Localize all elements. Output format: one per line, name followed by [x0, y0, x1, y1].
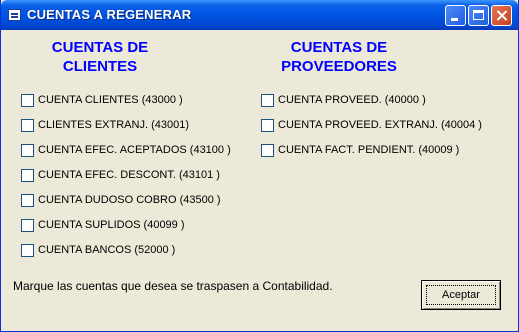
checkbox-box[interactable] — [21, 193, 34, 207]
checkbox-label: CUENTA SUPLIDOS (40099 ) — [38, 219, 185, 231]
proveedores-title-line1: CUENTAS DE — [290, 39, 388, 56]
clientes-title-line1: CUENTAS DE — [51, 39, 149, 56]
close-button[interactable] — [491, 5, 512, 26]
checkbox-label: CUENTA PROVEED. EXTRANJ. (40004 ) — [278, 119, 482, 131]
checkbox-efec-descont[interactable]: CUENTA EFEC. DESCONT. (43101 ) — [21, 167, 220, 183]
checkbox-box[interactable] — [21, 93, 34, 107]
title-bar[interactable]: CUENTAS A REGENERAR — [1, 0, 518, 30]
checkbox-proveed-extranj[interactable]: CUENTA PROVEED. EXTRANJ. (40004 ) — [261, 117, 482, 133]
accept-button-label: Aceptar — [442, 289, 480, 301]
checkbox-label: CUENTA CLIENTES (43000 ) — [38, 94, 183, 106]
checkbox-box[interactable] — [21, 168, 34, 182]
checkbox-label: CUENTA EFEC. ACEPTADOS (43100 ) — [38, 144, 231, 156]
checkbox-box[interactable] — [261, 93, 274, 107]
checkbox-dudoso-cobro[interactable]: CUENTA DUDOSO COBRO (43500 ) — [21, 192, 221, 208]
proveedores-group-title: CUENTAS DE PROVEEDORES — [269, 38, 409, 76]
minimize-button[interactable] — [445, 5, 466, 26]
clientes-title-line2: CLIENTES — [62, 58, 138, 75]
checkbox-cuenta-clientes[interactable]: CUENTA CLIENTES (43000 ) — [21, 92, 183, 108]
checkbox-label: CUENTA EFEC. DESCONT. (43101 ) — [38, 169, 220, 181]
checkbox-efec-aceptados[interactable]: CUENTA EFEC. ACEPTADOS (43100 ) — [21, 142, 231, 158]
clientes-group-title: CUENTAS DE CLIENTES — [41, 38, 159, 76]
checkbox-bancos[interactable]: CUENTA BANCOS (52000 ) — [21, 242, 175, 258]
checkbox-box[interactable] — [21, 218, 34, 232]
checkbox-label: CLIENTES EXTRANJ. (43001) — [38, 119, 189, 131]
checkbox-box[interactable] — [21, 143, 34, 157]
checkbox-box[interactable] — [21, 118, 34, 132]
checkbox-cuenta-proveed[interactable]: CUENTA PROVEED. (40000 ) — [261, 92, 426, 108]
checkbox-clientes-extranj[interactable]: CLIENTES EXTRANJ. (43001) — [21, 117, 189, 133]
checkbox-box[interactable] — [261, 118, 274, 132]
app-window-icon[interactable] — [8, 9, 21, 21]
checkbox-label: CUENTA BANCOS (52000 ) — [38, 244, 176, 256]
window-title: CUENTAS A REGENERAR — [27, 7, 192, 22]
checkbox-label: CUENTA FACT. PENDIENT. (40009 ) — [278, 144, 460, 156]
checkbox-label: CUENTA DUDOSO COBRO (43500 ) — [38, 194, 221, 206]
accept-button[interactable]: Aceptar — [421, 280, 501, 310]
checkbox-box[interactable] — [261, 143, 274, 157]
checkbox-box[interactable] — [21, 243, 34, 257]
checkbox-fact-pendient[interactable]: CUENTA FACT. PENDIENT. (40009 ) — [261, 142, 459, 158]
dialog-window: CUENTAS A REGENERAR CUENTAS DE CLIENTES … — [0, 0, 519, 332]
proveedores-title-line2: PROVEEDORES — [281, 58, 397, 75]
instruction-message: Marque las cuentas que desea se traspase… — [13, 279, 333, 293]
maximize-button[interactable] — [468, 5, 489, 26]
checkbox-suplidos[interactable]: CUENTA SUPLIDOS (40099 ) — [21, 217, 185, 233]
checkbox-label: CUENTA PROVEED. (40000 ) — [278, 94, 426, 106]
